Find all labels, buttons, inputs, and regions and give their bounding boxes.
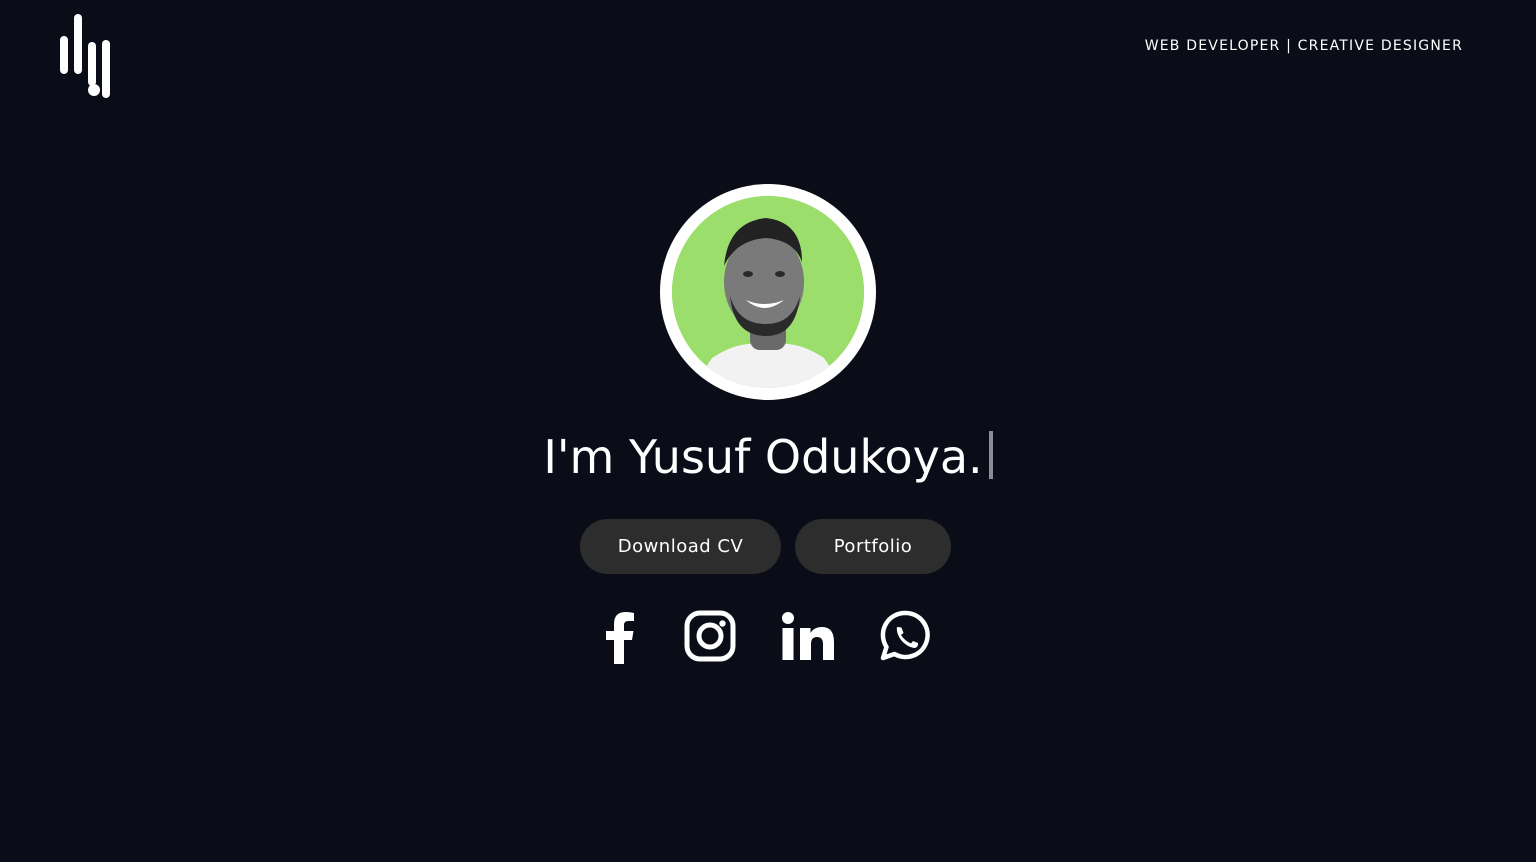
instagram-icon[interactable] [682, 606, 738, 666]
header-tagline: WEB DEVELOPER | CREATIVE DESIGNER [1144, 38, 1463, 54]
brand-logo-icon[interactable] [58, 14, 118, 98]
social-links [0, 606, 1536, 666]
download-cv-button[interactable]: Download CV [580, 519, 781, 574]
portfolio-button[interactable]: Portfolio [795, 519, 951, 574]
whatsapp-icon[interactable] [878, 606, 934, 666]
linkedin-icon[interactable] [780, 606, 836, 666]
avatar-photo [672, 196, 864, 388]
facebook-icon[interactable] [592, 606, 648, 666]
hero-headline: I'm Yusuf Odukoya. [0, 428, 1536, 486]
headline-text: I'm Yusuf Odukoya. [543, 430, 983, 484]
page: WEB DEVELOPER | CREATIVE DESIGNER I'm Yu… [0, 0, 1536, 862]
typing-caret [988, 431, 993, 479]
avatar [660, 184, 876, 400]
